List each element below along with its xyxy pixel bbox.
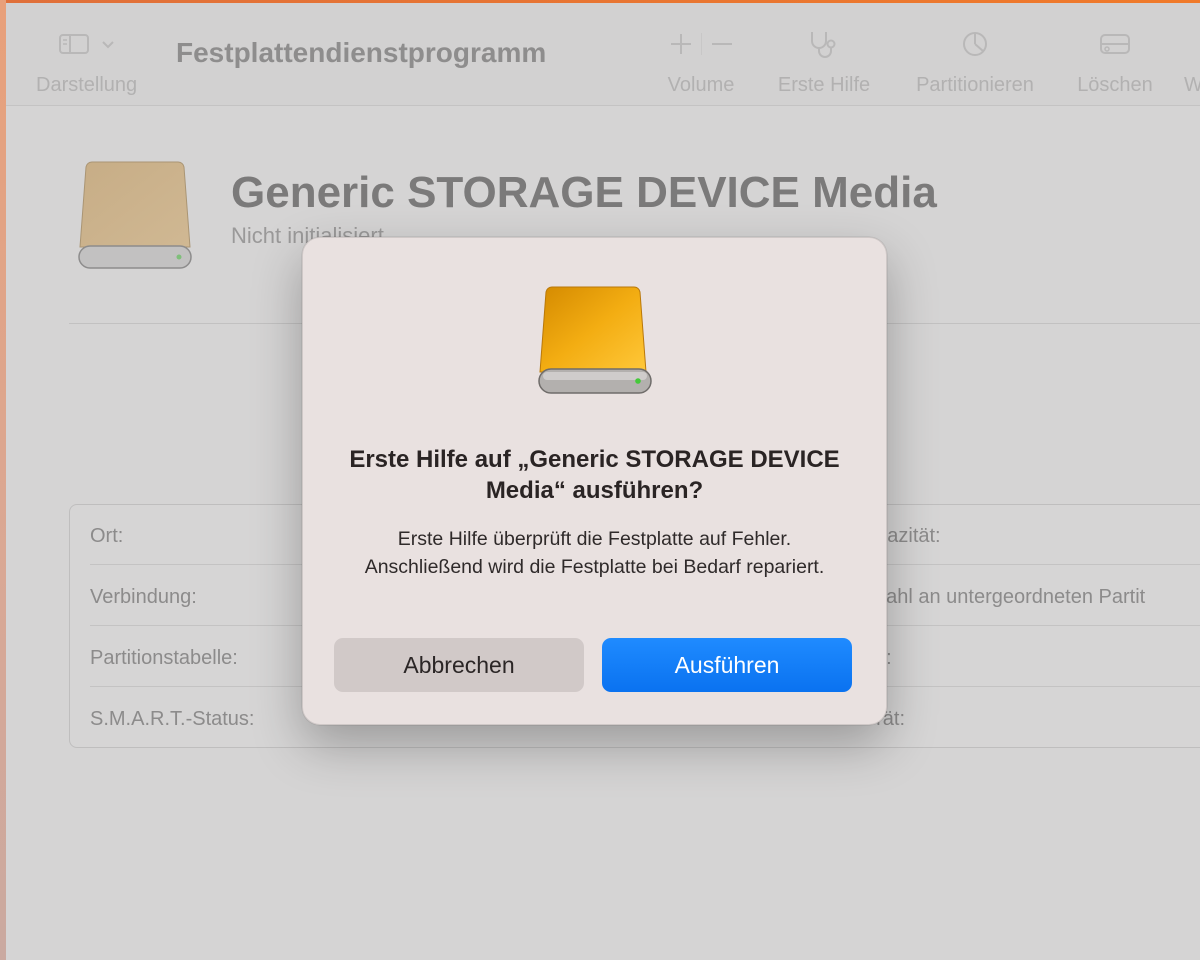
toolbar-overflow-item[interactable]: W: [1184, 29, 1200, 97]
overflow-label: W: [1184, 74, 1200, 96]
info-label: S.M.A.R.T.-Status:: [90, 708, 255, 730]
partition-label: Partitionieren: [916, 74, 1034, 96]
volume-button[interactable]: Volume: [663, 29, 739, 97]
info-label: Partitionstabelle:: [90, 647, 238, 669]
pie-chart-icon: [963, 32, 987, 56]
erase-button[interactable]: Löschen: [1070, 29, 1160, 97]
first-aid-dialog: Erste Hilfe auf „Generic STORAGE DEVICE …: [302, 237, 887, 725]
stethoscope-icon: [811, 32, 836, 58]
info-right-label: nzahl an untergeordneten Partit: [865, 586, 1146, 608]
info-label: Ort:: [90, 525, 124, 547]
disk-title: Generic STORAGE DEVICE Media: [231, 168, 937, 217]
dialog-message: Erste Hilfe überprüft die Festplatte auf…: [364, 528, 825, 578]
disk-icon: [76, 158, 198, 283]
app-title: Festplattendienstprogramm: [176, 37, 547, 68]
toolbar: Darstellung Festplattendienstprogramm Vo…: [6, 3, 1200, 106]
partition-button[interactable]: Partitionieren: [905, 29, 1045, 97]
sidebar-toggle-icon: [58, 34, 89, 54]
view-button[interactable]: Darstellung: [36, 29, 137, 97]
minus-icon: [711, 43, 732, 45]
run-button[interactable]: Ausführen: [602, 638, 852, 692]
cancel-button[interactable]: Abbrechen: [334, 638, 584, 692]
eraser-drive-icon: [1100, 34, 1130, 54]
erase-label: Löschen: [1077, 74, 1153, 96]
dialog-title: Erste Hilfe auf „Generic STORAGE DEVICE …: [349, 446, 840, 504]
first-aid-label: Erste Hilfe: [777, 74, 871, 96]
view-label: Darstellung: [36, 74, 138, 96]
info-label: Verbindung:: [90, 586, 197, 608]
chevron-down-icon: [101, 41, 114, 49]
first-aid-button[interactable]: Erste Hilfe: [770, 29, 878, 97]
external-drive-icon: [536, 283, 654, 404]
plus-icon: [670, 34, 691, 54]
volume-label: Volume: [667, 74, 735, 96]
